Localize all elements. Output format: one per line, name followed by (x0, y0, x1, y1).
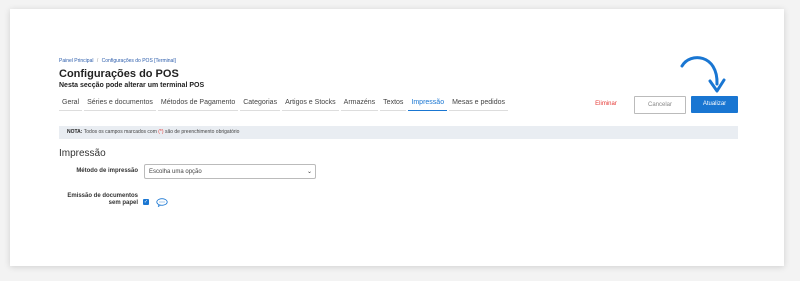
paperless-label-line2: sem papel (108, 200, 138, 206)
print-method-label: Método de impressão (76, 168, 138, 174)
note-prefix: NOTA: (67, 129, 83, 135)
note-text-after: são de preenchimento obrigatório (164, 129, 240, 135)
page-subtitle: Nesta secção pode alterar um terminal PO… (59, 82, 205, 89)
paperless-checkbox[interactable]: ✓ (143, 199, 149, 205)
print-method-value: Escolha uma opção (149, 169, 202, 175)
tab-bar: Geral Séries e documentos Métodos de Pag… (59, 97, 510, 113)
tab-series-documentos[interactable]: Séries e documentos (84, 97, 156, 111)
breadcrumb-home-link[interactable]: Painel Principal (59, 58, 93, 64)
paperless-label: Emissão de documentos sem papel (56, 193, 138, 207)
curved-arrow-icon (680, 56, 726, 93)
print-method-select[interactable]: Escolha uma opção ⌄ (144, 164, 316, 179)
breadcrumb-current[interactable]: Configurações do POS [Terminal] (102, 58, 176, 64)
tab-impressao[interactable]: Impressão (408, 97, 448, 111)
breadcrumb-separator: / (96, 58, 99, 64)
breadcrumb: Painel Principal / Configurações do POS … (59, 58, 176, 64)
tab-metodos-pagamento[interactable]: Métodos de Pagamento (157, 97, 239, 111)
tab-geral[interactable]: Geral (59, 97, 83, 111)
chevron-down-icon: ⌄ (306, 169, 312, 175)
update-button[interactable]: Atualizar (691, 96, 738, 113)
delete-button[interactable]: Eliminar (589, 98, 623, 111)
page-title: Configurações do POS (59, 68, 179, 80)
note-required-marker: (*) (158, 129, 164, 135)
cancel-button[interactable]: Cancelar (634, 96, 686, 114)
paperless-label-line1: Emissão de documentos (67, 193, 138, 199)
tab-mesas-pedidos[interactable]: Mesas e pedidos (449, 97, 509, 111)
tab-armazens[interactable]: Armazéns (340, 97, 379, 111)
tab-artigos-stocks[interactable]: Artigos e Stocks (282, 97, 339, 111)
section-title: Impressão (59, 148, 106, 159)
note-text-before: Todos os campos marcados com (83, 129, 157, 135)
chat-bubble-icon[interactable] (156, 198, 168, 207)
required-fields-note: NOTA: Todos os campos marcados com (*) s… (59, 126, 738, 139)
tab-textos[interactable]: Textos (380, 97, 407, 111)
tab-categorias[interactable]: Categorias (240, 97, 281, 111)
